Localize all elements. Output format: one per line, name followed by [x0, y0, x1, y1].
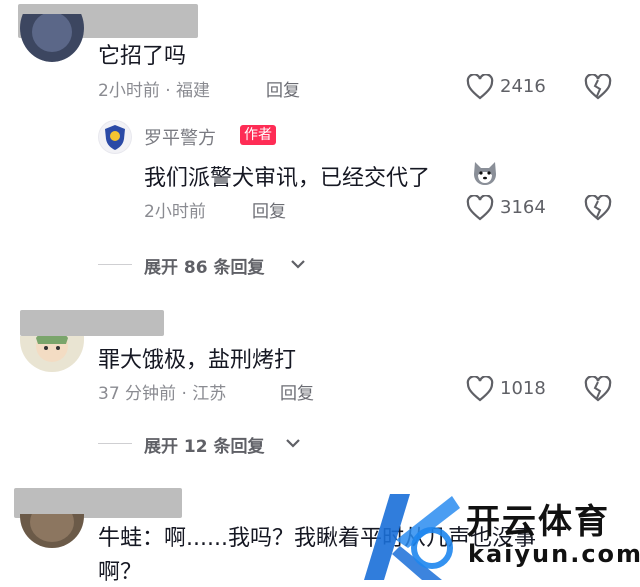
comment-meta: 2小时前 · 福建 — [98, 81, 211, 101]
dislike-heart-icon[interactable] — [584, 376, 612, 402]
author-reply-meta: 2小时前 — [144, 202, 206, 222]
divider — [98, 443, 132, 444]
dog-emoji-icon — [470, 158, 500, 188]
dislike-heart-icon[interactable] — [584, 74, 612, 100]
comment-text: 它招了吗 — [98, 44, 187, 69]
chevron-down-icon[interactable] — [285, 436, 301, 450]
reply-button[interactable]: 回复 — [266, 76, 300, 101]
author-badge: 作者 — [240, 125, 276, 145]
heart-icon[interactable] — [466, 376, 494, 402]
expand-replies-button[interactable]: 展开 12 条回复 — [144, 432, 265, 457]
like-count: 2416 — [500, 76, 546, 97]
comment-text-continued: 啊？ — [98, 560, 143, 585]
comment-2: 罪大饿极，盐刑烤打 37 分钟前 · 江苏 回复 1018 展开 12 条回复 — [0, 300, 640, 470]
comment-meta: 37 分钟前 · 江苏 — [98, 384, 227, 404]
expand-label: 展开 12 条回复 — [144, 437, 265, 457]
author-reply-text: 我们派警犬审讯，已经交代了 — [144, 166, 431, 191]
watermark: 开云体育 kaiyun.com — [356, 488, 640, 587]
brand-logo-icon — [356, 488, 466, 587]
reply-button[interactable]: 回复 — [280, 379, 314, 404]
avatar[interactable] — [20, 514, 84, 548]
avatar[interactable] — [20, 336, 84, 372]
comment-text: 罪大饿极，盐刑烤打 — [98, 348, 297, 373]
expand-replies-button[interactable]: 展开 86 条回复 — [144, 253, 265, 278]
username-redacted — [20, 310, 164, 336]
like-count: 3164 — [500, 197, 546, 218]
divider — [98, 264, 132, 265]
expand-label: 展开 86 条回复 — [144, 258, 265, 278]
brand-url: kaiyun.com — [468, 540, 640, 568]
dislike-heart-icon[interactable] — [584, 195, 612, 221]
comment-1: 它招了吗 2小时前 · 福建 回复 2416 罗平警方 作者 我们派警犬审讯，已… — [0, 0, 640, 290]
author-name[interactable]: 罗平警方 — [144, 124, 216, 150]
reply-button[interactable]: 回复 — [252, 197, 286, 222]
avatar[interactable] — [20, 14, 84, 62]
like-count: 1018 — [500, 378, 546, 399]
brand-name-cn: 开云体育 — [466, 502, 610, 542]
heart-icon[interactable] — [466, 195, 494, 221]
police-badge-icon[interactable] — [98, 120, 132, 154]
heart-icon[interactable] — [466, 74, 494, 100]
chevron-down-icon[interactable] — [290, 257, 306, 271]
